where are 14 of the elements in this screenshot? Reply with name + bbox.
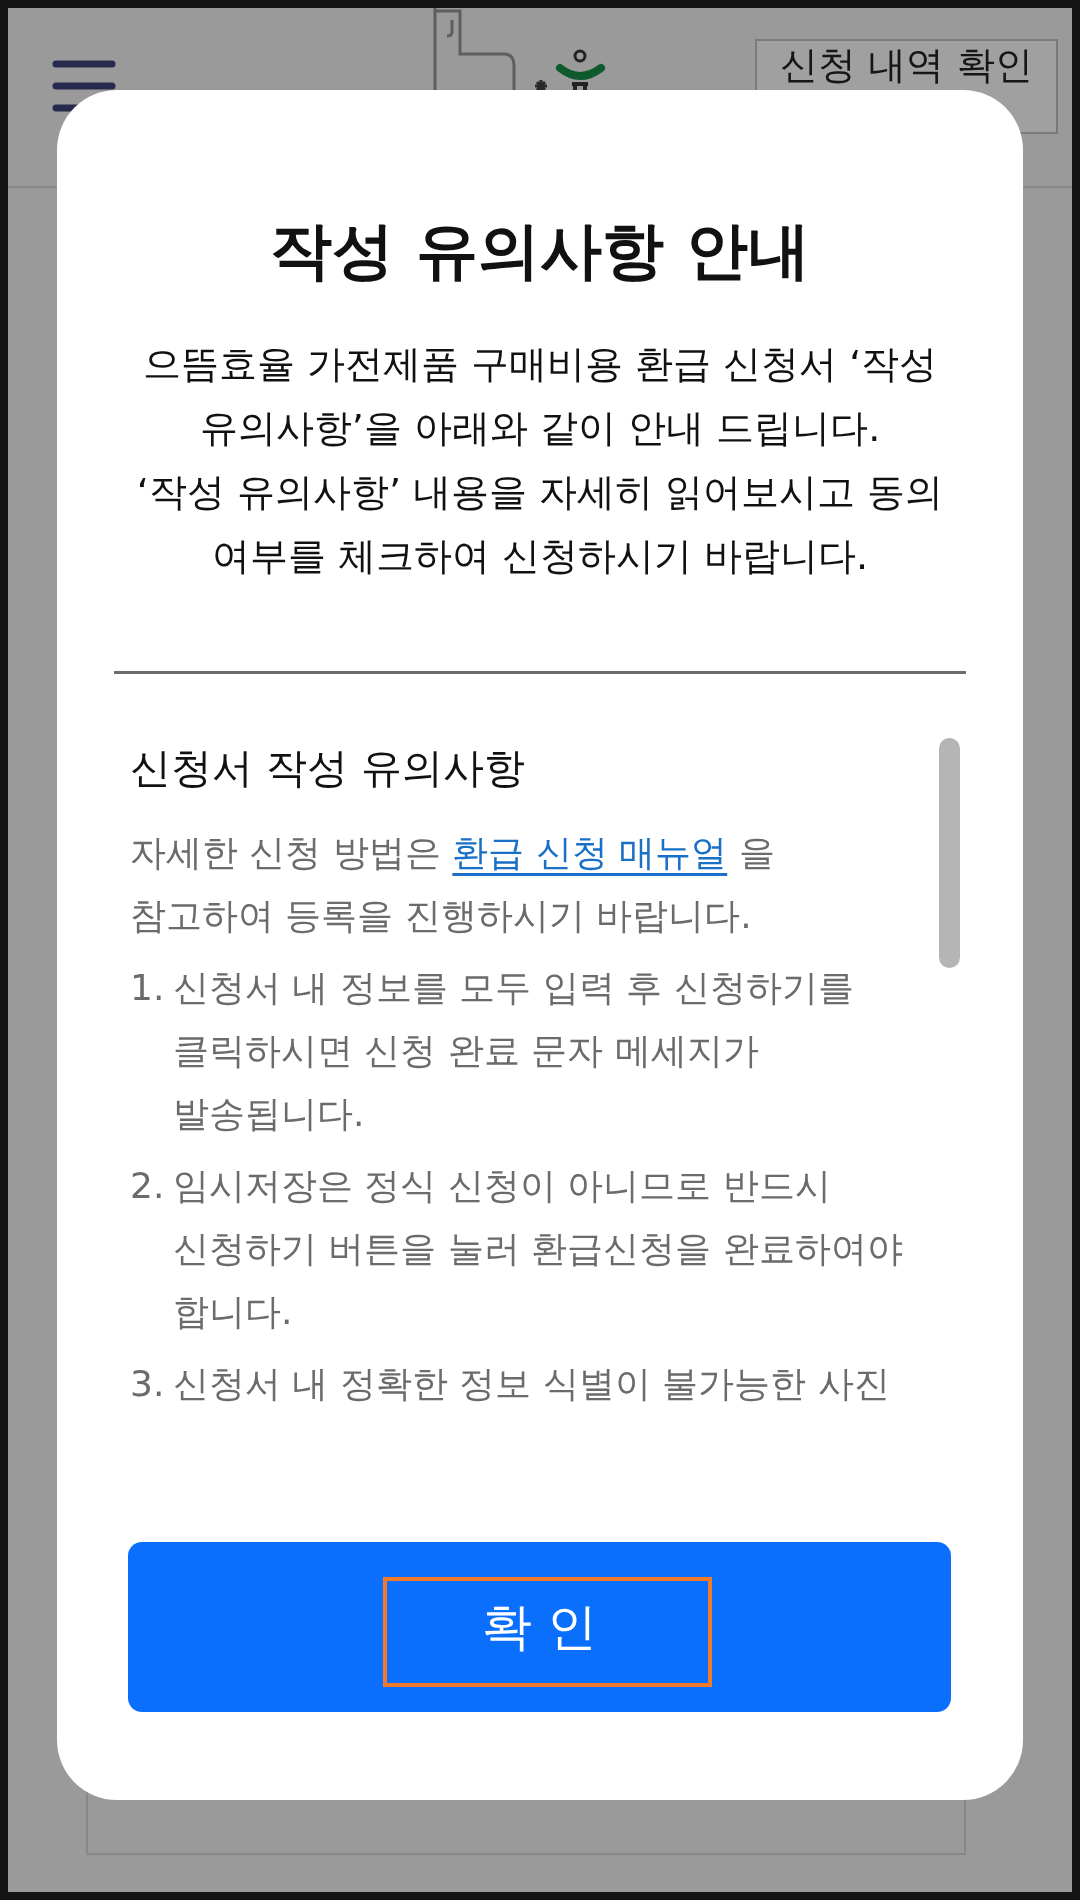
- item-number: 2.: [130, 1164, 166, 1208]
- item-number: 3.: [130, 1362, 166, 1406]
- confirm-button[interactable]: 확 인: [128, 1542, 951, 1712]
- scrollbar-thumb[interactable]: [939, 738, 960, 968]
- notice-heading: 신청서 작성 유의사항: [130, 743, 527, 793]
- item-text: 신청서 내 정보를 모두 입력 후 신청하기를 클릭하시면 신청 완료 문자 메세지가 발송됩니다.: [173, 966, 855, 1136]
- dialog-title: 작성 유의사항 안내: [269, 214, 811, 288]
- manual-link[interactable]: 환급 신청 매뉴얼: [452, 832, 728, 873]
- item-text: 임시저장은 정식 신청이 아니므로 반드시 신청하기 버튼을 눌러 환급신청을 완료하여야 합니다.: [173, 1164, 904, 1334]
- intro-text: 으뜸효율 가전제품 구매비용 환급 신청서 ‘작성 유의사항’을 아래와 같이 안내 드립니다.: [141, 341, 939, 452]
- guide-text: 자세한 신청 방법은 환급 신청 매뉴얼 을 참고하여 등록을 진행하시기 바랍니다.: [130, 831, 776, 938]
- intro-text: ‘작성 유의사항’ 내용을 자세히 읽어보시고 동의 여부를 체크하여 신청하시기 바랍니다.: [135, 469, 945, 580]
- item-number: 1.: [130, 966, 166, 1010]
- item-text: 신청서 내 정확한 정보 식별이 불가능한 사진: [173, 1362, 891, 1406]
